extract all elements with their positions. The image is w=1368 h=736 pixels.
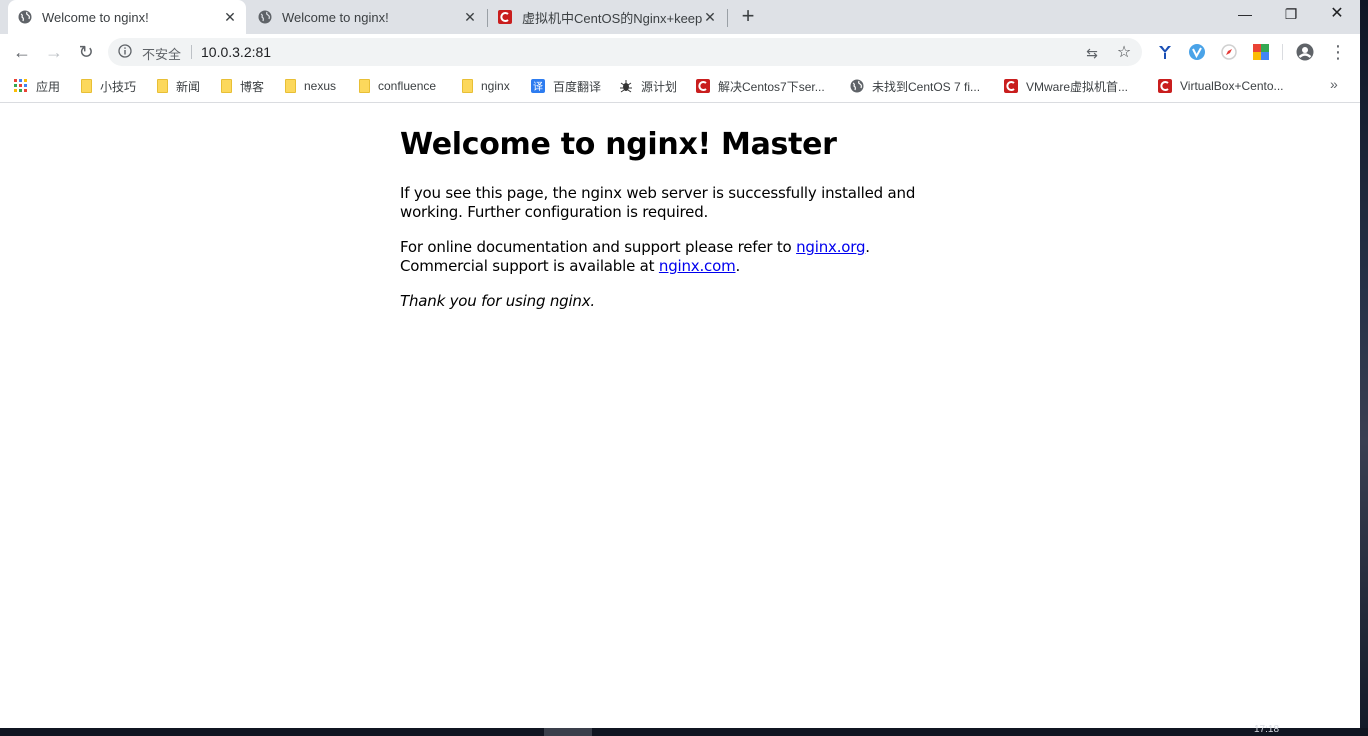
page-content: Welcome to nginx! Master If you see this… <box>0 103 1360 728</box>
taskbar: 17:18 <box>0 724 1368 736</box>
bookmark-folder-confluence[interactable]: confluence <box>358 77 436 95</box>
bookmark-apps[interactable]: 应用 <box>14 77 60 95</box>
tab-close-icon[interactable]: ✕ <box>222 9 238 25</box>
page-heading: Welcome to nginx! Master <box>400 127 837 162</box>
commercial-text: Commercial support is available at <box>400 257 659 275</box>
globe-icon <box>850 79 864 93</box>
translate-icon[interactable]: ⇆ <box>1084 45 1100 61</box>
profile-avatar-icon[interactable] <box>1296 43 1314 61</box>
tab-separator <box>727 9 728 27</box>
bookmark-folder-tips[interactable]: 小技巧 <box>80 77 136 95</box>
extension-y-icon[interactable] <box>1156 43 1174 61</box>
extension-colorful-icon[interactable] <box>1252 43 1270 61</box>
bookmark-label: 博客 <box>240 79 265 94</box>
bookmark-label: VMware虚拟机首... <box>1026 79 1129 94</box>
bookmark-label: VirtualBox+Cento... <box>1180 79 1284 93</box>
bookmark-label: nginx <box>481 79 510 93</box>
bookmark-virtualbox[interactable]: VirtualBox+Cento... <box>1158 77 1284 95</box>
maximize-button[interactable]: ❐ <box>1268 0 1314 30</box>
back-button[interactable]: ← <box>10 40 34 64</box>
new-tab-button[interactable]: + <box>736 5 760 29</box>
tab-close-icon[interactable]: ✕ <box>462 9 478 25</box>
csdn-icon <box>1158 79 1172 93</box>
security-label[interactable]: 不安全 <box>142 44 181 63</box>
bookmark-label: 小技巧 <box>100 79 137 94</box>
bookmark-label: 源计划 <box>641 79 678 94</box>
bookmark-folder-news[interactable]: 新闻 <box>156 77 200 95</box>
bookmarks-bar: 应用 小技巧 新闻 博客 nexus confluence nginx 译 百度… <box>0 70 1360 103</box>
support-text: For online documentation and support ple… <box>400 238 797 256</box>
baidu-translate-icon: 译 <box>531 79 545 93</box>
tab-title: Welcome to nginx! <box>42 9 149 25</box>
forward-button[interactable]: → <box>42 40 66 64</box>
globe-icon <box>18 10 32 24</box>
bug-icon <box>620 80 632 93</box>
bookmark-label: 百度翻译 <box>553 79 602 94</box>
tab-welcome-nginx-active[interactable]: Welcome to nginx! ✕ <box>8 0 246 34</box>
taskbar-app-button[interactable] <box>544 728 592 736</box>
bookmark-star-icon[interactable]: ☆ <box>1116 45 1132 61</box>
extension-compass-icon[interactable] <box>1220 43 1238 61</box>
minimize-button[interactable]: — <box>1222 0 1268 30</box>
folder-icon <box>285 79 296 93</box>
commercial-period: . <box>735 257 741 275</box>
folder-icon <box>81 79 92 93</box>
csdn-icon <box>1004 79 1018 93</box>
apps-grid-icon <box>14 79 27 92</box>
bookmark-centos-not-found[interactable]: 未找到CentOS 7 fi... <box>850 77 980 95</box>
tab-strip: Welcome to nginx! ✕ Welcome to nginx! ✕ … <box>0 0 1360 34</box>
folder-icon <box>157 79 168 93</box>
browser-window: Welcome to nginx! ✕ Welcome to nginx! ✕ … <box>0 0 1360 728</box>
address-bar[interactable]: 不安全 10.0.3.2:81 ⇆ ☆ <box>108 38 1142 66</box>
svg-text:译: 译 <box>533 81 543 93</box>
desktop-background <box>1360 0 1368 736</box>
reload-button[interactable]: ↻ <box>74 40 98 64</box>
bookmark-label: 解决Centos7下ser... <box>718 79 825 94</box>
nginx-org-link[interactable]: nginx.org <box>796 238 865 256</box>
nginx-com-link[interactable]: nginx.com <box>659 257 736 275</box>
globe-icon <box>258 10 272 24</box>
extension-v-icon[interactable] <box>1188 43 1206 61</box>
bookmark-folder-blog[interactable]: 博客 <box>220 77 264 95</box>
nginx-welcome-body: Welcome to nginx! Master If you see this… <box>400 103 920 311</box>
tab-title: Welcome to nginx! <box>282 9 389 25</box>
close-window-button[interactable]: ✕ <box>1314 0 1360 30</box>
folder-icon <box>462 79 473 93</box>
tab-centos-nginx[interactable]: 虚拟机中CentOS的Nginx+keep ✕ <box>488 0 726 34</box>
menu-kebab-icon[interactable]: ⋮ <box>1326 40 1350 64</box>
thanks-paragraph: Thank you for using nginx. <box>400 292 595 310</box>
bookmarks-overflow-icon[interactable]: » <box>1330 76 1338 92</box>
omnibox-divider <box>191 45 192 59</box>
folder-icon <box>359 79 370 93</box>
info-icon[interactable] <box>118 44 132 58</box>
support-period: . <box>865 238 870 256</box>
toolbar-separator <box>1282 44 1283 60</box>
intro-paragraph: If you see this page, the nginx web serv… <box>400 184 916 221</box>
bookmark-source-plan[interactable]: 源计划 <box>619 77 677 95</box>
bookmark-vmware[interactable]: VMware虚拟机首... <box>1004 77 1128 95</box>
bookmark-label: 未找到CentOS 7 fi... <box>872 79 981 94</box>
bookmark-centos-service[interactable]: 解决Centos7下ser... <box>696 77 825 95</box>
bookmark-folder-nexus[interactable]: nexus <box>284 77 336 95</box>
tab-close-icon[interactable]: ✕ <box>702 9 718 25</box>
csdn-icon <box>696 79 710 93</box>
bookmark-baidu-translate[interactable]: 译 百度翻译 <box>531 77 601 95</box>
bookmark-label: 新闻 <box>176 79 201 94</box>
csdn-icon <box>498 10 512 24</box>
taskbar-clock: 17:18 <box>1254 724 1280 735</box>
bookmark-label: confluence <box>378 79 437 93</box>
tab-welcome-nginx[interactable]: Welcome to nginx! ✕ <box>248 0 486 34</box>
bookmark-folder-nginx[interactable]: nginx <box>461 77 510 95</box>
tab-title: 虚拟机中CentOS的Nginx+keep <box>522 10 702 26</box>
support-paragraph: For online documentation and support ple… <box>400 238 920 276</box>
folder-icon <box>221 79 232 93</box>
bookmark-label: nexus <box>304 79 337 93</box>
bookmark-label: 应用 <box>36 79 61 94</box>
url-text[interactable]: 10.0.3.2:81 <box>201 44 271 60</box>
